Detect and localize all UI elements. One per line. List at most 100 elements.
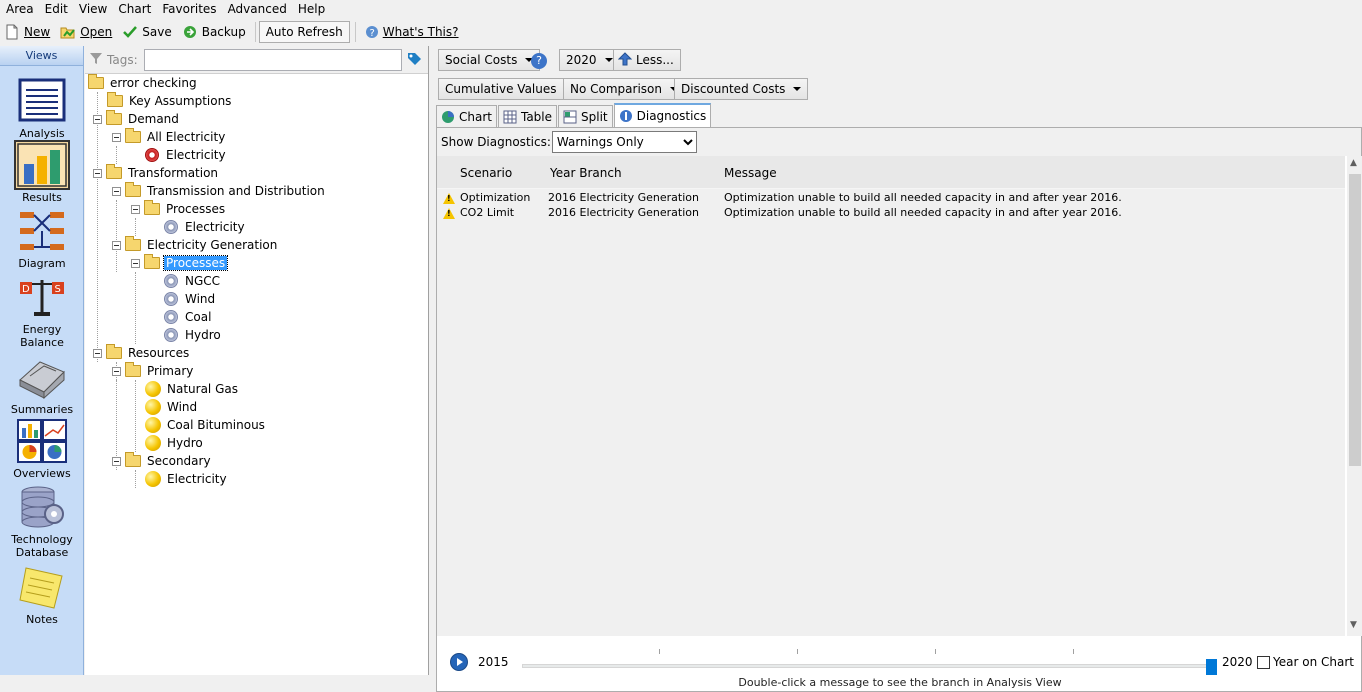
tree-all-electricity[interactable]: All Electricity xyxy=(112,128,227,146)
tree-transformation[interactable]: Transformation xyxy=(93,164,220,182)
tree-secondary-electricity[interactable]: Electricity xyxy=(145,470,229,488)
tree-demand-electricity[interactable]: Electricity xyxy=(145,146,228,164)
column-year-branch[interactable]: Year Branch xyxy=(550,166,622,180)
view-notes-label: Notes xyxy=(26,613,58,626)
values-dropdown[interactable]: Cumulative Values xyxy=(438,78,580,100)
new-button[interactable]: New xyxy=(0,21,54,43)
tree-eg-processes[interactable]: Processes xyxy=(131,254,229,272)
open-button[interactable]: Open xyxy=(56,21,116,43)
notes-icon xyxy=(16,564,68,610)
collapse-icon[interactable] xyxy=(112,240,121,250)
help-icon[interactable]: ? xyxy=(531,53,547,69)
tab-split[interactable]: Split xyxy=(558,105,613,127)
collapse-icon[interactable] xyxy=(131,204,140,214)
warning-icon xyxy=(443,193,455,204)
menu-area[interactable]: Area xyxy=(0,2,39,16)
tree-coal[interactable]: Coal xyxy=(164,308,213,326)
view-energy-balance[interactable]: DS Energy Balance xyxy=(0,274,84,349)
whats-this-button[interactable]: ? What's This? xyxy=(359,21,463,43)
view-results-label: Results xyxy=(22,191,62,204)
tree-resources[interactable]: Resources xyxy=(93,344,191,362)
svg-text:D: D xyxy=(22,284,30,295)
comparison-dropdown[interactable]: No Comparison xyxy=(563,78,685,100)
collapse-icon[interactable] xyxy=(112,132,121,142)
tree-key-assumptions[interactable]: Key Assumptions xyxy=(107,92,233,110)
tree-demand[interactable]: Demand xyxy=(93,110,181,128)
view-summaries[interactable]: Summaries xyxy=(0,354,84,416)
less-button[interactable]: Less... xyxy=(613,49,681,71)
tab-chart[interactable]: Chart xyxy=(436,105,497,127)
vertical-scrollbar[interactable]: ▲ ▼ xyxy=(1347,156,1362,636)
toolbar-separator xyxy=(254,22,256,42)
tree-hydro[interactable]: Hydro xyxy=(164,326,223,344)
year-slider[interactable] xyxy=(522,649,1217,675)
year-on-chart-checkbox[interactable]: Year on Chart xyxy=(1257,655,1354,669)
backup-button[interactable]: Backup xyxy=(178,21,250,43)
folder-icon xyxy=(144,254,160,269)
tree-td-electricity[interactable]: Electricity xyxy=(164,218,247,236)
scroll-thumb[interactable] xyxy=(1349,174,1361,466)
tree-panel: Tags: error checking Key Assumptions Dem… xyxy=(85,46,429,675)
tree-wind[interactable]: Wind xyxy=(164,290,217,308)
save-label: Save xyxy=(142,25,172,39)
view-diagram[interactable]: Diagram xyxy=(0,208,84,270)
collapse-icon[interactable] xyxy=(112,186,121,196)
tag-icon[interactable] xyxy=(406,50,422,69)
checkbox-icon[interactable] xyxy=(1257,655,1270,669)
menu-advanced[interactable]: Advanced xyxy=(222,2,292,16)
tree-ngcc[interactable]: NGCC xyxy=(164,272,222,290)
diagnostics-filter-select[interactable]: Warnings Only xyxy=(551,131,697,153)
tab-table[interactable]: Table xyxy=(497,105,558,127)
menu-edit[interactable]: Edit xyxy=(39,2,73,16)
tree-electricity-generation[interactable]: Electricity Generation xyxy=(112,236,279,254)
scroll-up-icon[interactable]: ▲ xyxy=(1350,158,1357,168)
grid-header: Scenario Year Branch Message xyxy=(437,156,1345,189)
menu-chart[interactable]: Chart xyxy=(112,2,156,16)
tree-transmission-distribution[interactable]: Transmission and Distribution xyxy=(112,182,327,200)
collapse-icon[interactable] xyxy=(93,348,102,358)
folder-icon xyxy=(125,236,141,251)
tab-diagnostics[interactable]: Diagnostics xyxy=(613,103,712,127)
table-row[interactable]: CO2 Limit 2016 Electricity Generation Op… xyxy=(437,206,1345,221)
view-overviews[interactable]: Overviews xyxy=(0,418,84,480)
view-technology-database[interactable]: Technology Database xyxy=(0,484,84,559)
variable-dropdown[interactable]: Social Costs xyxy=(438,49,541,71)
table-row[interactable]: Optimization 2016 Electricity Generation… xyxy=(437,191,1345,206)
folder-icon xyxy=(106,110,122,125)
tree-td-processes[interactable]: Processes xyxy=(131,200,227,218)
play-icon[interactable] xyxy=(450,653,468,671)
process-gear-icon xyxy=(164,274,178,288)
slider-thumb[interactable] xyxy=(1206,659,1217,675)
view-analysis[interactable]: Analysis xyxy=(0,78,84,140)
view-summaries-label: Summaries xyxy=(10,403,74,416)
column-scenario[interactable]: Scenario xyxy=(460,166,512,180)
collapse-icon[interactable] xyxy=(93,114,102,124)
auto-refresh-toggle[interactable]: Auto Refresh xyxy=(258,21,350,43)
collapse-icon[interactable] xyxy=(93,168,102,178)
tree-secondary[interactable]: Secondary xyxy=(112,452,213,470)
menu-help[interactable]: Help xyxy=(292,2,330,16)
save-button[interactable]: Save xyxy=(118,21,175,43)
tree-primary-hydro[interactable]: Hydro xyxy=(145,434,205,452)
scroll-down-icon[interactable]: ▼ xyxy=(1350,620,1357,630)
menu-view[interactable]: View xyxy=(73,2,112,16)
collapse-icon[interactable] xyxy=(112,456,121,466)
tree-coal-bituminous[interactable]: Coal Bituminous xyxy=(145,416,267,434)
show-diagnostics-label: Show Diagnostics: xyxy=(441,135,551,149)
tree-root[interactable]: error checking xyxy=(88,74,199,92)
collapse-icon[interactable] xyxy=(112,366,121,376)
tags-input[interactable] xyxy=(143,48,402,71)
column-message[interactable]: Message xyxy=(724,166,777,180)
diagnostics-filter-bar: Show Diagnostics: Warnings Only xyxy=(437,128,1361,156)
collapse-icon[interactable] xyxy=(131,258,140,268)
menu-favorites[interactable]: Favorites xyxy=(156,2,221,16)
tree-primary[interactable]: Primary xyxy=(112,362,195,380)
tree-natural-gas[interactable]: Natural Gas xyxy=(145,380,240,398)
costs-dropdown[interactable]: Discounted Costs xyxy=(674,78,809,100)
open-label: Open xyxy=(80,25,113,39)
view-results[interactable]: Results xyxy=(0,140,84,204)
view-notes[interactable]: Notes xyxy=(0,564,84,626)
filter-icon[interactable] xyxy=(89,51,103,68)
tree-primary-wind[interactable]: Wind xyxy=(145,398,199,416)
year-dropdown[interactable]: 2020 xyxy=(559,49,620,71)
